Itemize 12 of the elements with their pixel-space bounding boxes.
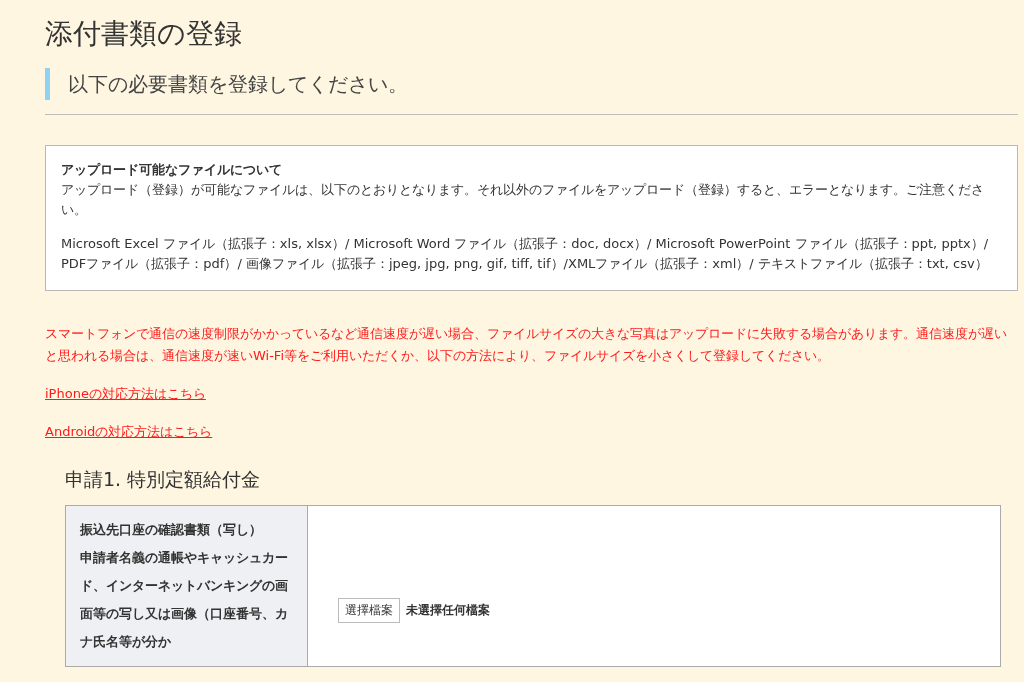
document-label: 振込先口座の確認書類（写し） 申請者名義の通帳やキャッシュカード、インターネットバンキングの画面等の写し又は画像（口座番号、カナ氏名等が分か xyxy=(66,506,308,666)
info-title: アップロード可能なファイルについて xyxy=(61,161,283,179)
page-title: 添付書類の登録 xyxy=(45,16,243,52)
warning-text: スマートフォンで通信の速度制限がかかっているなど通信速度が遅い場合、ファイルサイズの大きな写真はアップロードに失敗する場合があります。通信速度が遅いと思われる場合は、通信速度が速いWi-Fi等をご利用いただくか、以下の方法により、ファイルサイズを小さくして登録してください。 xyxy=(45,325,1008,365)
help-link[interactable]: Androidの対応方法はこちら xyxy=(45,424,213,439)
section-heading: 申請1. 特別定額給付金 xyxy=(65,467,262,492)
choose-file-button[interactable]: 選擇檔案 xyxy=(338,598,400,623)
info-text: アップロード（登録）が可能なファイルは、以下のとおりとなります。それ以外のファイルをアップロード（登録）すると、エラーとなります。ご注意ください。 xyxy=(61,181,985,219)
info-text: Microsoft Excel ファイル（拡張子：xls, xlsx）/ Microsoft Word ファイル（拡張子：doc, docx）/ Microsoft PowerPoint ファイル（拡張子：ppt, pptx）/ PDFファイル（拡張子：pdf）/ 画像ファイル（拡張子：jpeg, jpg, png, gif, tiff, tif）/XMLファイル（拡張子：xml）/ テキストファイル（拡張子：txt, csv） xyxy=(61,235,990,273)
file-status: 未選擇任何檔案 xyxy=(406,602,490,619)
help-link[interactable]: iPhoneの対応方法はこちら xyxy=(45,386,206,401)
section-subheading: 以下の必要書類を登録してください。 xyxy=(45,68,1018,100)
